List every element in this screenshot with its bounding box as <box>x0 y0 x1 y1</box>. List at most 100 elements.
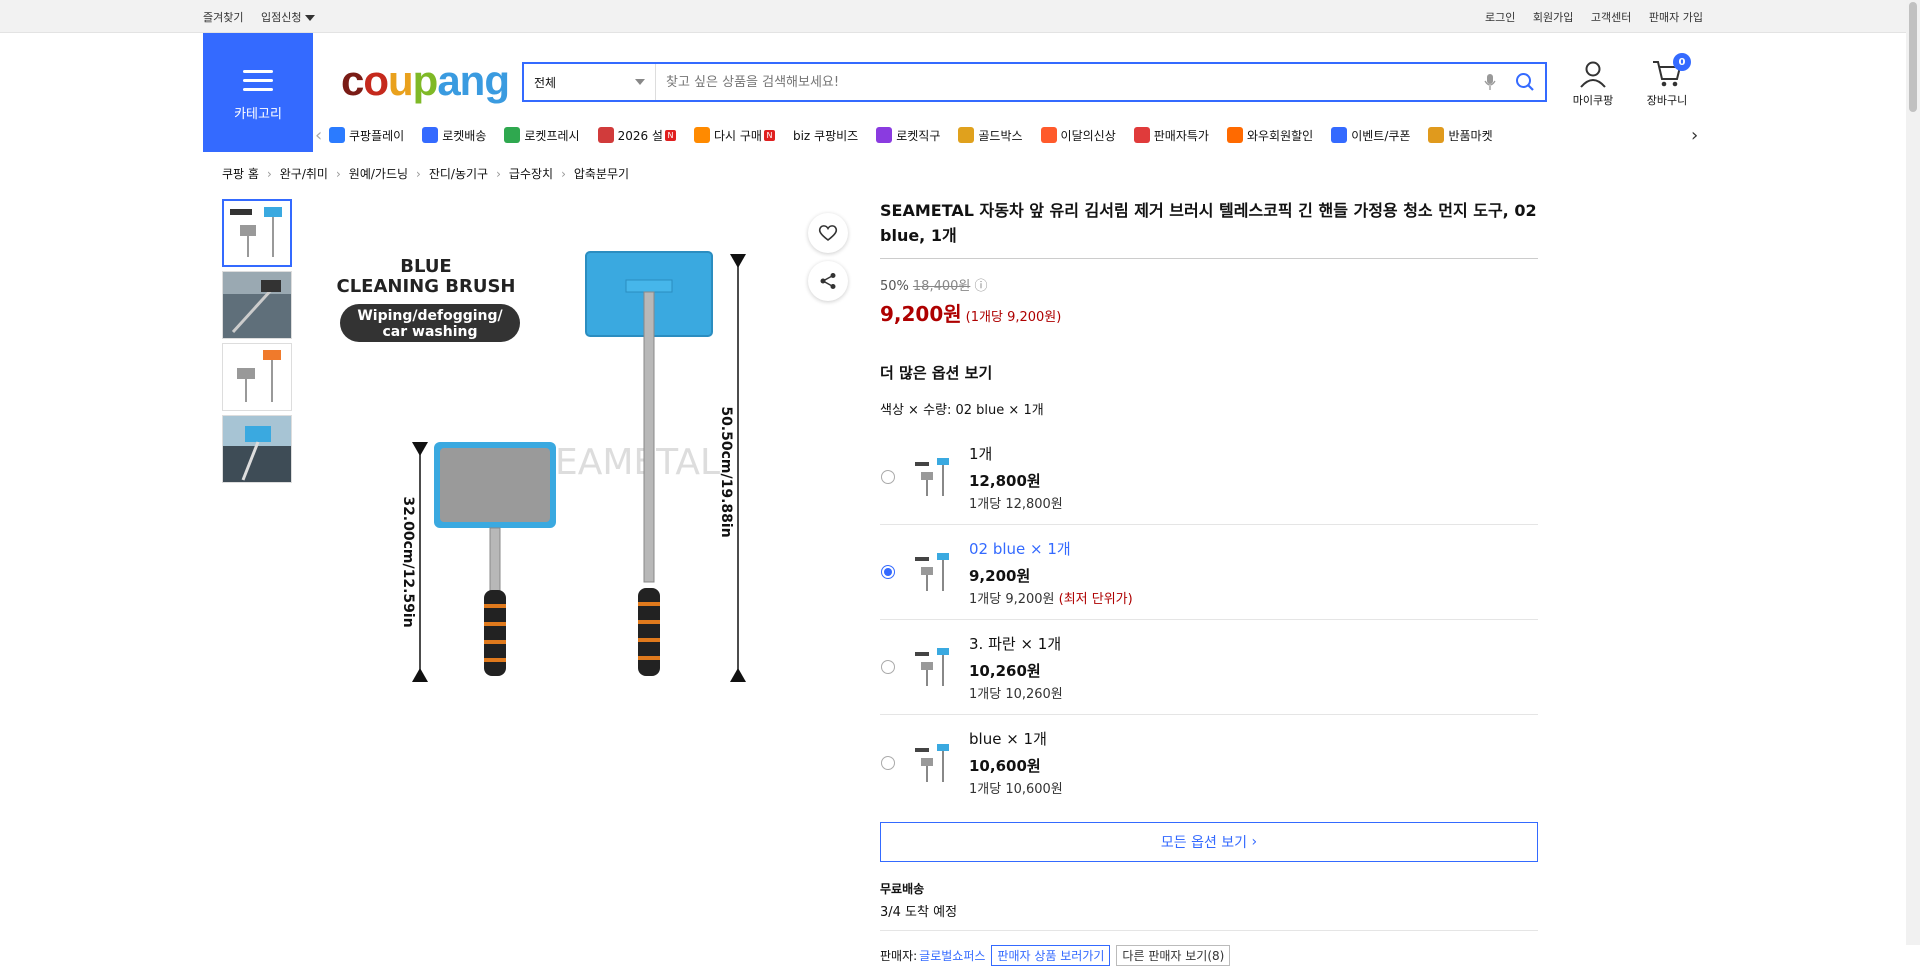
percent-icon <box>1133 127 1150 143</box>
mic-icon[interactable] <box>1475 73 1505 91</box>
cart-button[interactable]: 0 장바구니 <box>1637 53 1697 108</box>
option-item[interactable]: blue × 1개 10,600원 1개당 10,600원 <box>880 715 1538 810</box>
option-radio[interactable] <box>881 660 895 674</box>
coupon-icon <box>1331 127 1348 143</box>
product-thumbnail[interactable] <box>222 343 292 411</box>
wow-icon <box>1226 127 1243 143</box>
nav-item-seller-deals[interactable]: 판매자특가 <box>1133 127 1209 144</box>
customer-center-link[interactable]: 고객센터 <box>1591 11 1631 24</box>
unit-price: (1개당 9,200원) <box>965 310 1062 325</box>
discount-rate: 50% <box>880 279 909 294</box>
delivery-info: 무료배송 3/4 도착 예정 <box>880 880 1538 931</box>
breadcrumb-item[interactable]: 잔디/농기구 <box>429 165 488 182</box>
option-item[interactable]: 02 blue × 1개 9,200원 1개당 9,200원 (최저 단위가) <box>880 525 1538 620</box>
mypage-button[interactable]: 마이쿠팡 <box>1563 59 1623 108</box>
breadcrumb-item[interactable]: 급수장치 <box>509 165 553 182</box>
price-area: 50% 18,400원 ⓘ 9,200원 (1개당 9,200원) <box>880 275 1538 327</box>
svg-text:32.00cm/12.59in: 32.00cm/12.59in <box>400 496 416 627</box>
free-shipping-label: 무료배송 <box>880 882 925 896</box>
svg-text:car washing: car washing <box>383 324 478 340</box>
cart-count-badge: 0 <box>1673 53 1691 71</box>
option-item[interactable]: 1개 12,800원 1개당 12,800원 <box>880 430 1538 525</box>
chevron-right-icon: › <box>416 166 421 181</box>
nav-next-arrow[interactable]: › <box>1691 125 1705 146</box>
search-button[interactable] <box>1505 72 1545 92</box>
more-options-heading: 더 많은 옵션 보기 <box>880 364 993 382</box>
search-input[interactable] <box>656 64 1475 100</box>
sale-price: 9,200원 <box>880 302 962 326</box>
nav-item-goldbox[interactable]: 골드박스 <box>958 127 1023 144</box>
product-thumbnail[interactable] <box>222 271 292 339</box>
page-scrollbar[interactable] <box>1906 0 1920 945</box>
dropdown-arrow-icon <box>635 79 645 85</box>
new-badge: N <box>664 129 676 141</box>
option-radio-selected[interactable] <box>881 565 895 579</box>
top-utility-bar: 즐겨찾기 입점신청 로그인 회원가입 고객센터 판매자 가입 <box>0 0 1920 33</box>
option-radio[interactable] <box>881 755 895 770</box>
shopping-bag-icon <box>1040 127 1057 143</box>
lowest-unit-price-tag: (최저 단위가) <box>1058 591 1133 607</box>
view-all-options-button[interactable]: 모든 옵션 보기 › <box>880 822 1538 862</box>
nav-item-rebuy[interactable]: 다시 구매 N <box>693 127 775 144</box>
wishlist-button[interactable] <box>808 213 848 253</box>
nav-item-coupang-play[interactable]: 쿠팡플레이 <box>329 127 404 144</box>
coupang-logo[interactable]: coupang <box>341 57 510 105</box>
chevron-right-icon: › <box>561 166 566 181</box>
caret-down-icon <box>305 14 316 21</box>
option-thumbnail <box>915 743 949 782</box>
goldbox-icon <box>958 127 975 143</box>
product-thumbnail[interactable] <box>222 199 292 267</box>
delivery-eta: 3/4 도착 예정 <box>880 905 958 920</box>
option-radio[interactable] <box>881 470 895 484</box>
heart-icon <box>818 225 838 242</box>
nav-item-events-coupons[interactable]: 이벤트/쿠폰 <box>1331 127 1410 144</box>
hamburger-icon <box>243 64 273 97</box>
share-button[interactable] <box>808 261 848 301</box>
search-icon <box>1516 73 1534 91</box>
hanbok-icon <box>597 127 614 143</box>
thumbnail-list <box>222 199 294 487</box>
chevron-right-icon: › <box>266 166 272 181</box>
rocket-fresh-icon <box>504 127 521 143</box>
category-button[interactable]: 카테고리 <box>203 33 313 152</box>
nav-item-rocket-delivery[interactable]: 로켓배송 <box>422 127 486 144</box>
nav-prev-arrow[interactable]: ‹ <box>315 125 329 146</box>
chevron-right-icon: › <box>496 166 501 181</box>
breadcrumb-item[interactable]: 완구/취미 <box>280 165 328 182</box>
nav-item-rocket-global[interactable]: 로켓직구 <box>876 127 940 144</box>
scrollbar-thumb[interactable] <box>1909 2 1917 112</box>
breadcrumb-item[interactable]: 원예/가드닝 <box>349 165 408 182</box>
product-thumbnail[interactable] <box>222 415 292 483</box>
option-item[interactable]: 3. 파란 × 1개 10,260원 1개당 10,260원 <box>880 620 1538 715</box>
nav-item-coupang-biz[interactable]: biz 쿠팡비즈 <box>793 127 858 144</box>
seller-apply-menu[interactable]: 입점신청 <box>261 11 316 24</box>
svg-text:EAMETAL: EAMETAL <box>555 442 720 483</box>
other-sellers-button[interactable]: 다른 판매자 보기(8) <box>1116 945 1231 966</box>
svg-text:50.50cm/19.88in: 50.50cm/19.88in <box>718 406 734 537</box>
market-icon <box>1428 127 1445 143</box>
search-category-select[interactable]: 전체 <box>524 64 656 100</box>
nav-item-rocket-fresh[interactable]: 로켓프레시 <box>504 127 580 144</box>
breadcrumb: 쿠팡 홈 › 완구/취미 › 원예/가드닝 › 잔디/농기구 › 급수장치 › 압축분무기 <box>222 165 629 182</box>
seller-signup-link[interactable]: 판매자 가입 <box>1649 11 1703 24</box>
bookmark-link[interactable]: 즐겨찾기 <box>203 11 243 24</box>
info-icon[interactable]: ⓘ <box>975 279 988 294</box>
option-list: 1개 12,800원 1개당 12,800원 02 blue × 1개 9,20… <box>880 430 1538 810</box>
nav-item-new-arrivals[interactable]: 이달의신상 <box>1040 127 1116 144</box>
seller-info: 판매자: 글로벌쇼퍼스 판매자 상품 보러가기 다른 판매자 보기(8) <box>880 945 1538 966</box>
breadcrumb-item[interactable]: 쿠팡 홈 <box>222 165 259 182</box>
nav-item-seollal[interactable]: 2026 설N <box>597 127 676 144</box>
view-seller-products-button[interactable]: 판매자 상품 보러가기 <box>991 945 1111 966</box>
seller-name-link[interactable]: 글로벌쇼퍼스 <box>919 947 985 964</box>
svg-text:Wiping/defogging/: Wiping/defogging/ <box>357 308 503 324</box>
product-info-panel: SEAMETAL 자동차 앞 유리 김서림 제거 브러시 텔레스코픽 긴 핸들 … <box>880 198 1538 966</box>
nav-item-wow-discount[interactable]: 와우회원할인 <box>1226 127 1313 144</box>
option-thumbnail <box>915 458 949 496</box>
main-product-image[interactable]: BLUE CLEANING BRUSH Wiping/defogging/ ca… <box>330 232 770 692</box>
signup-link[interactable]: 회원가입 <box>1533 11 1573 24</box>
nav-item-return-market[interactable]: 반품마켓 <box>1428 127 1493 144</box>
login-link[interactable]: 로그인 <box>1485 11 1515 24</box>
rocket-icon <box>422 127 439 143</box>
original-price: 18,400원 <box>912 279 971 294</box>
breadcrumb-item[interactable]: 압축분무기 <box>574 165 629 182</box>
